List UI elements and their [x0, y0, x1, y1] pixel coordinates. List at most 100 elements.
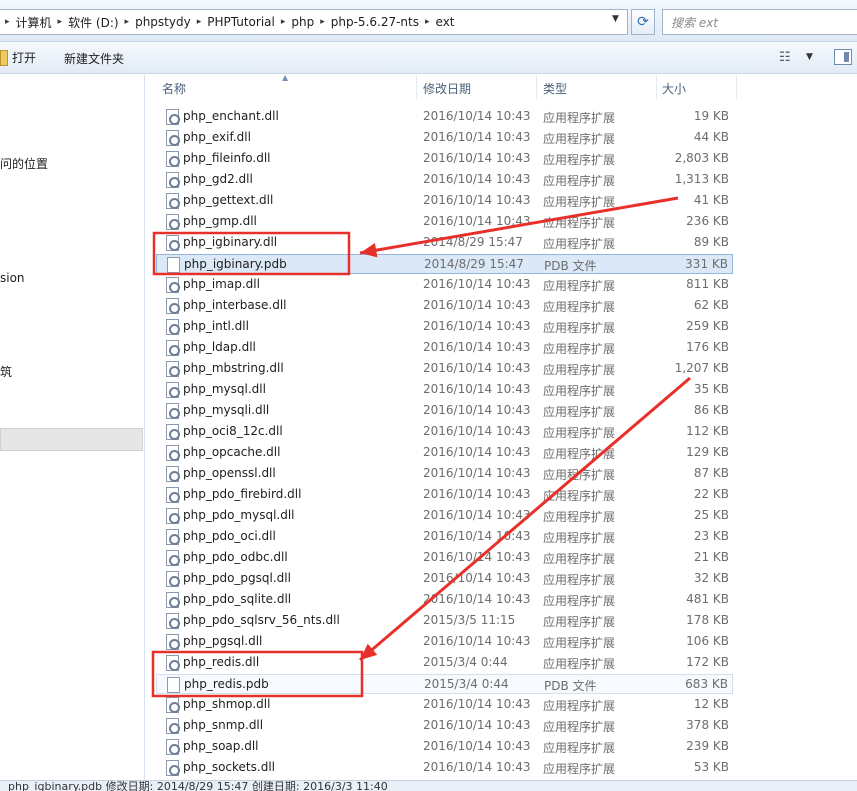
status-bar: php_igbinary.pdb 修改日期: 2014/8/29 15:47 创… — [0, 780, 857, 791]
nav-item-recent-places[interactable]: 问的位置 — [0, 155, 48, 172]
file-date: 2015/3/4 0:44 — [423, 655, 508, 669]
file-size: 172 KB — [686, 655, 729, 669]
open-button[interactable]: 打开 — [0, 49, 36, 66]
new-folder-button[interactable]: 新建文件夹 — [64, 50, 124, 67]
table-row[interactable]: php_pdo_oci.dll 2016/10/14 10:43 应用程序扩展 23 … — [156, 527, 733, 547]
table-row[interactable]: php_igbinary.pdb 2014/8/29 15:47 PDB 文件 331… — [156, 254, 733, 274]
file-size: 19 KB — [693, 109, 729, 123]
chevron-right-icon[interactable]: ▸ — [0, 17, 16, 27]
table-row[interactable]: php_pdo_sqlsrv_56_nts.dll 2015/3/5 11:15 应… — [156, 611, 733, 631]
file-date: 2016/10/14 10:43 — [423, 193, 531, 207]
file-size: 811 KB — [686, 277, 729, 291]
file-type: 应用程序扩展 — [543, 405, 616, 419]
table-row[interactable]: php_mysql.dll 2016/10/14 10:43 应用程序扩展 35 KB — [156, 380, 733, 400]
chevron-right-icon[interactable]: ▸ — [191, 17, 208, 27]
table-row[interactable]: php_pdo_odbc.dll 2016/10/14 10:43 应用程序扩展 21… — [156, 548, 733, 568]
breadcrumb-php-version[interactable]: php-5.6.27-nts — [331, 15, 419, 29]
nav-item-selected[interactable] — [0, 428, 143, 451]
file-size: 112 KB — [686, 424, 729, 438]
sort-ascending-icon: ▲ — [282, 73, 289, 82]
file-type: 应用程序扩展 — [543, 510, 616, 524]
table-row[interactable]: php_mysqli.dll 2016/10/14 10:43 应用程序扩展 86 K… — [156, 401, 733, 421]
search-input[interactable]: 搜索 ext — [662, 9, 857, 35]
file-type: 应用程序扩展 — [543, 384, 616, 398]
breadcrumb[interactable]: ▸ 计算机 ▸ 软件 (D:) ▸ phpstydy ▸ PHPTutorial… — [0, 9, 628, 35]
file-date: 2016/10/14 10:43 — [423, 382, 531, 396]
file-type: 应用程序扩展 — [543, 321, 616, 335]
breadcrumb-phptutorial[interactable]: PHPTutorial — [207, 15, 275, 29]
column-divider[interactable] — [536, 75, 537, 99]
nav-item-version[interactable]: sion — [0, 271, 25, 285]
dll-file-icon — [166, 634, 180, 650]
dll-file-icon — [166, 508, 180, 524]
table-row[interactable]: php_gettext.dll 2016/10/14 10:43 应用程序扩展 41 … — [156, 191, 733, 211]
table-row[interactable]: php_pdo_sqlite.dll 2016/10/14 10:43 应用程序扩展… — [156, 590, 733, 610]
column-type[interactable]: 类型 — [543, 80, 567, 97]
table-row[interactable]: php_sockets.dll 2016/10/14 10:43 应用程序扩展 53 … — [156, 758, 733, 778]
table-row[interactable]: php_fileinfo.dll 2016/10/14 10:43 应用程序扩展 2,… — [156, 149, 733, 169]
open-button-label: 打开 — [12, 51, 37, 65]
breadcrumb-computer[interactable]: 计算机 — [16, 14, 52, 31]
table-row[interactable]: php_intl.dll 2016/10/14 10:43 应用程序扩展 259 KB — [156, 317, 733, 337]
file-name: php_redis.dll — [183, 655, 260, 669]
breadcrumb-php[interactable]: php — [291, 15, 314, 29]
address-history-dropdown-icon[interactable]: ▼ — [612, 14, 619, 24]
file-date: 2015/3/4 0:44 — [424, 677, 509, 691]
file-name: php_gettext.dll — [183, 193, 274, 207]
file-type: 应用程序扩展 — [543, 489, 616, 503]
file-size: 35 KB — [693, 382, 729, 396]
table-row[interactable]: php_snmp.dll 2016/10/14 10:43 应用程序扩展 378 KB — [156, 716, 733, 736]
file-type: 应用程序扩展 — [543, 552, 616, 566]
column-date[interactable]: 修改日期 — [423, 80, 471, 97]
table-row[interactable]: php_ldap.dll 2016/10/14 10:43 应用程序扩展 176 KB — [156, 338, 733, 358]
column-size[interactable]: 大小 — [662, 80, 686, 97]
table-row[interactable]: php_openssl.dll 2016/10/14 10:43 应用程序扩展 87 … — [156, 464, 733, 484]
table-row[interactable]: php_mbstring.dll 2016/10/14 10:43 应用程序扩展 1,… — [156, 359, 733, 379]
file-name: php_pdo_oci.dll — [183, 529, 276, 543]
breadcrumb-ext[interactable]: ext — [436, 15, 455, 29]
column-divider[interactable] — [656, 75, 657, 99]
chevron-right-icon[interactable]: ▸ — [419, 17, 436, 27]
file-date: 2016/10/14 10:43 — [423, 760, 531, 774]
column-divider[interactable] — [416, 75, 417, 99]
file-size: 53 KB — [693, 760, 729, 774]
table-row[interactable]: php_pdo_mysql.dll 2016/10/14 10:43 应用程序扩展 2… — [156, 506, 733, 526]
dll-file-icon — [166, 298, 180, 314]
view-dropdown-icon[interactable]: ▼ — [806, 52, 813, 62]
file-date: 2016/10/14 10:43 — [423, 529, 531, 543]
refresh-button[interactable]: ⟳ — [631, 9, 655, 35]
table-row[interactable]: php_exif.dll 2016/10/14 10:43 应用程序扩展 44 KB — [156, 128, 733, 148]
table-row[interactable]: php_pgsql.dll 2016/10/14 10:43 应用程序扩展 106 K… — [156, 632, 733, 652]
column-name[interactable]: 名称 — [162, 80, 186, 97]
breadcrumb-phpstydy[interactable]: phpstydy — [135, 15, 191, 29]
view-options-icon[interactable]: ☷ — [779, 50, 791, 65]
nav-item-cn[interactable]: 筑 — [0, 363, 12, 380]
table-row[interactable]: php_shmop.dll 2016/10/14 10:43 应用程序扩展 12 KB — [156, 695, 733, 715]
file-type: 应用程序扩展 — [543, 573, 616, 587]
dll-file-icon — [166, 760, 180, 776]
table-row[interactable]: php_pdo_pgsql.dll 2016/10/14 10:43 应用程序扩展 3… — [156, 569, 733, 589]
chevron-right-icon[interactable]: ▸ — [52, 17, 69, 27]
column-divider[interactable] — [736, 75, 737, 99]
breadcrumb-drive-d[interactable]: 软件 (D:) — [68, 14, 118, 31]
file-name: php_opcache.dll — [183, 445, 281, 459]
table-row[interactable]: php_enchant.dll 2016/10/14 10:43 应用程序扩展 19 … — [156, 107, 733, 127]
table-row[interactable]: php_gmp.dll 2016/10/14 10:43 应用程序扩展 236 KB — [156, 212, 733, 232]
preview-pane-icon[interactable] — [834, 49, 852, 65]
table-row[interactable]: php_soap.dll 2016/10/14 10:43 应用程序扩展 239 KB — [156, 737, 733, 757]
table-row[interactable]: php_gd2.dll 2016/10/14 10:43 应用程序扩展 1,313 K… — [156, 170, 733, 190]
chevron-right-icon[interactable]: ▸ — [314, 17, 331, 27]
table-row[interactable]: php_redis.dll 2015/3/4 0:44 应用程序扩展 172 KB — [156, 653, 733, 673]
file-name: php_openssl.dll — [183, 466, 276, 480]
chevron-right-icon[interactable]: ▸ — [275, 17, 292, 27]
table-row[interactable]: php_redis.pdb 2015/3/4 0:44 PDB 文件 683 KB — [156, 674, 733, 694]
table-row[interactable]: php_igbinary.dll 2014/8/29 15:47 应用程序扩展 89 … — [156, 233, 733, 253]
table-row[interactable]: php_interbase.dll 2016/10/14 10:43 应用程序扩展 6… — [156, 296, 733, 316]
table-row[interactable]: php_imap.dll 2016/10/14 10:43 应用程序扩展 811 KB — [156, 275, 733, 295]
table-row[interactable]: php_oci8_12c.dll 2016/10/14 10:43 应用程序扩展 11… — [156, 422, 733, 442]
table-row[interactable]: php_opcache.dll 2016/10/14 10:43 应用程序扩展 129… — [156, 443, 733, 463]
table-row[interactable]: php_pdo_firebird.dll 2016/10/14 10:43 应用程序… — [156, 485, 733, 505]
chevron-right-icon[interactable]: ▸ — [119, 17, 136, 27]
file-type: 应用程序扩展 — [543, 363, 616, 377]
navigation-pane: 问的位置 sion 筑 — [0, 75, 145, 780]
